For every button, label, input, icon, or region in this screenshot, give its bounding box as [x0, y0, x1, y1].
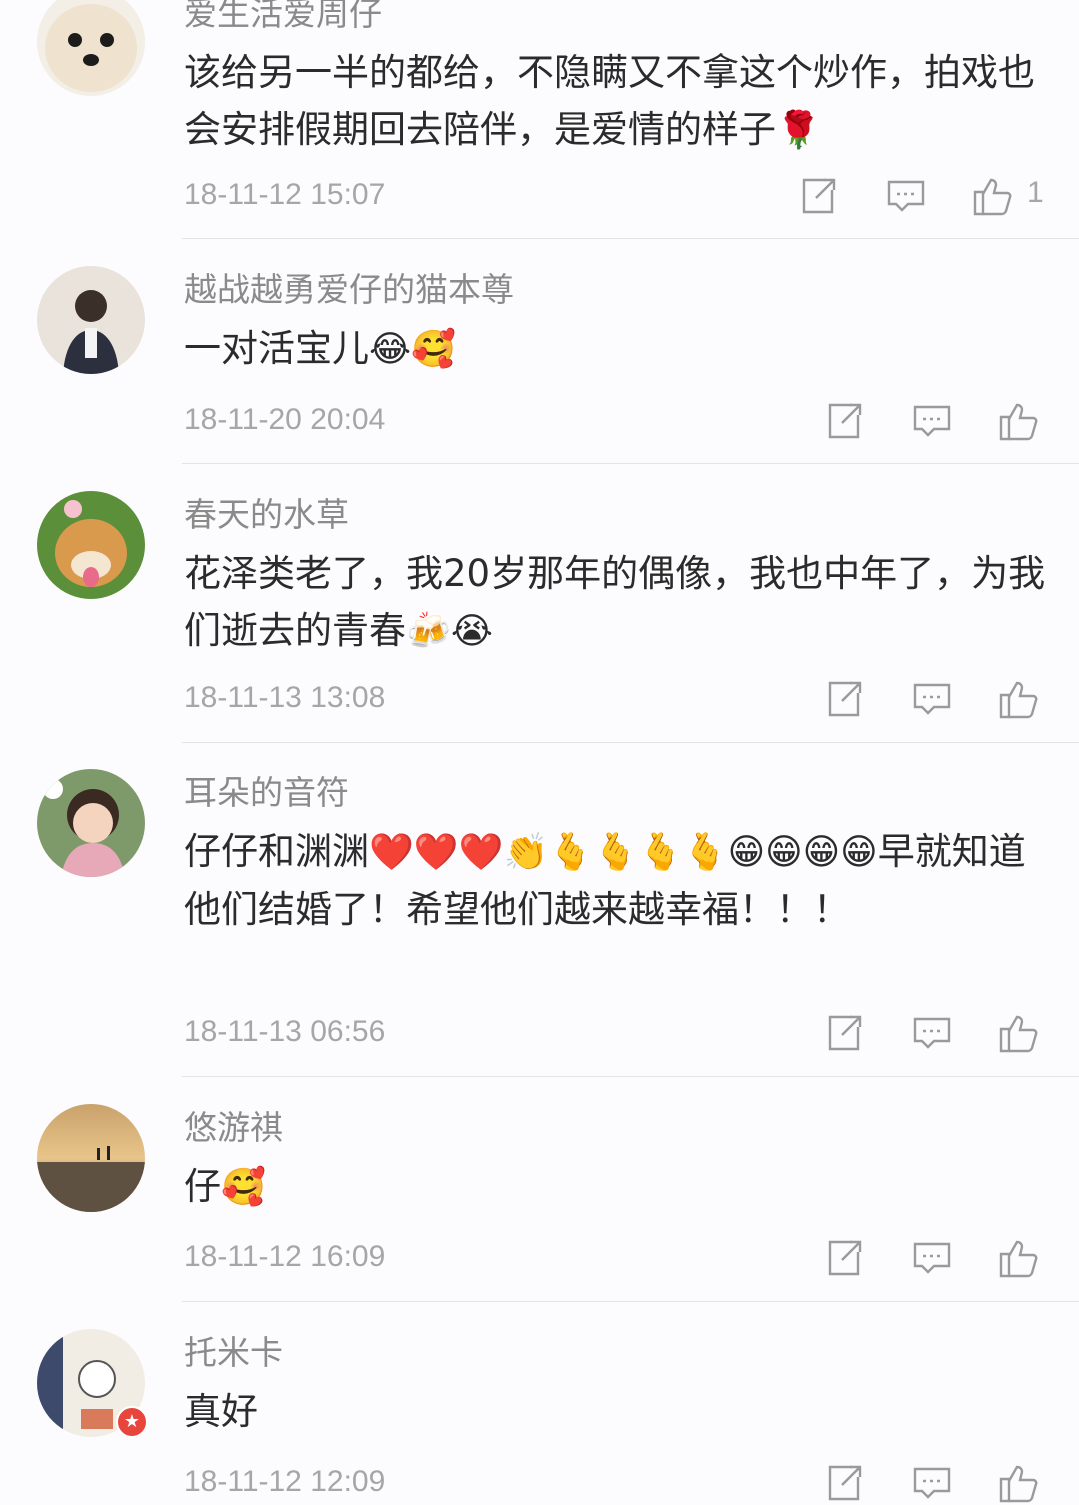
divider [182, 463, 1079, 464]
repost-icon[interactable] [822, 399, 866, 443]
avatar[interactable] [37, 769, 145, 877]
thumbs-up-icon[interactable] [997, 399, 1041, 443]
rose-emoji: 🌹 [776, 110, 821, 151]
comment-username[interactable]: 春天的水草 [184, 495, 349, 535]
repost-icon[interactable] [822, 1011, 866, 1055]
comment-username[interactable]: 悠游祺 [184, 1108, 283, 1148]
repost-icon[interactable] [822, 1461, 866, 1505]
heart-emoji: ❤️❤️❤️👏🫰🫰🫰🫰😁😁😁😁 [369, 832, 878, 873]
repost-icon[interactable] [822, 677, 866, 721]
thumbs-up-icon[interactable] [997, 1236, 1041, 1280]
thumbs-up-icon[interactable] [997, 1011, 1041, 1055]
verified-badge-icon: ★ [116, 1406, 148, 1438]
divider [182, 742, 1079, 743]
avatar[interactable] [37, 266, 145, 374]
comment-icon[interactable] [910, 1236, 954, 1280]
comment-username[interactable]: 耳朵的音符 [184, 773, 349, 813]
comment-text: 仔仔和渊渊❤️❤️❤️👏🫰🫰🫰🫰😁😁😁😁早就知道他们结婚了！希望他们越来越幸福！… [184, 830, 1026, 931]
laughing-emoji: 😂🥰 [369, 329, 456, 370]
avatar[interactable] [37, 0, 145, 96]
divider [182, 238, 1079, 239]
comment-actions: 1 [0, 174, 1079, 218]
comment-username[interactable]: 爱生活爱周仔 [184, 0, 382, 34]
beer-emoji: 🍻😭 [406, 611, 493, 652]
comment-actions [0, 677, 1079, 721]
comment-text: 仔🥰 [184, 1165, 266, 1208]
comment-icon[interactable] [910, 1011, 954, 1055]
comment-text: 该给另一半的都给，不隐瞒又不拿这个炒作，拍戏也会安排假期回去陪伴，是爱情的样子🌹 [184, 51, 1035, 151]
comment-text: 一对活宝儿😂🥰 [184, 327, 456, 370]
divider [182, 1076, 1079, 1077]
thumbs-up-icon[interactable] [971, 174, 1015, 218]
comment-actions [0, 1461, 1079, 1505]
like-count: 1 [1027, 176, 1044, 209]
comment-icon[interactable] [884, 174, 928, 218]
repost-icon[interactable] [796, 174, 840, 218]
comment-actions [0, 1011, 1079, 1055]
comment-username[interactable]: 托米卡 [184, 1333, 283, 1373]
comment-icon[interactable] [910, 1461, 954, 1505]
blush-emoji: 🥰 [221, 1167, 266, 1208]
avatar[interactable] [37, 1104, 145, 1212]
comment-text: 花泽类老了，我20岁那年的偶像，我也中年了，为我们逝去的青春🍻😭 [184, 552, 1046, 652]
comment-username[interactable]: 越战越勇爱仔的猫本尊 [184, 270, 514, 310]
comment-icon[interactable] [910, 399, 954, 443]
repost-icon[interactable] [822, 1236, 866, 1280]
comment-icon[interactable] [910, 677, 954, 721]
thumbs-up-icon[interactable] [997, 1461, 1041, 1505]
comment-actions [0, 399, 1079, 443]
thumbs-up-icon[interactable] [997, 677, 1041, 721]
comment-actions [0, 1236, 1079, 1280]
comment-text: 真好 [184, 1390, 258, 1433]
divider [182, 1301, 1079, 1302]
avatar[interactable] [37, 491, 145, 599]
